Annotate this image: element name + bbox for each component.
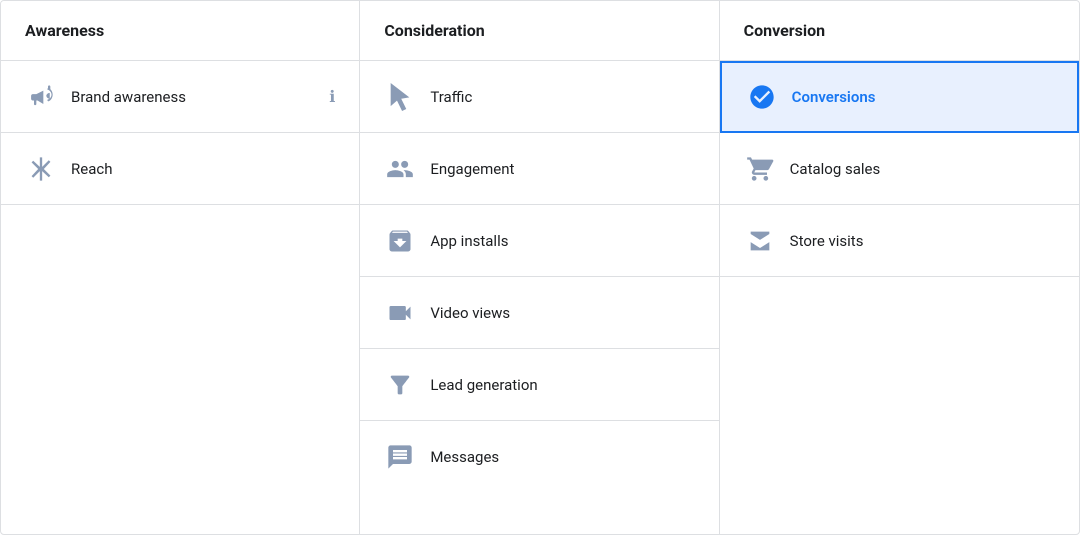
- conversions-label: Conversions: [792, 88, 876, 106]
- campaign-objective-grid: Awareness Brand awareness ℹ Reach Consid…: [0, 0, 1080, 535]
- catalog-sales-item[interactable]: Catalog sales: [720, 133, 1079, 205]
- traffic-label: Traffic: [430, 88, 472, 106]
- check-circle-icon: [746, 81, 778, 113]
- reach-label: Reach: [71, 160, 112, 178]
- consideration-header: Consideration: [360, 1, 718, 61]
- cursor-icon: [384, 81, 416, 113]
- app-installs-item[interactable]: App installs: [360, 205, 718, 277]
- conversion-spacer: [720, 277, 1079, 534]
- awareness-header: Awareness: [1, 1, 359, 61]
- cart-icon: [744, 153, 776, 185]
- people-icon: [384, 153, 416, 185]
- brand-awareness-item[interactable]: Brand awareness ℹ: [1, 61, 359, 133]
- messages-label: Messages: [430, 448, 499, 466]
- conversion-column: Conversion Conversions Catalog sales: [720, 1, 1079, 534]
- traffic-item[interactable]: Traffic: [360, 61, 718, 133]
- conversions-item[interactable]: Conversions: [720, 61, 1079, 133]
- megaphone-icon: [25, 81, 57, 113]
- lead-generation-item[interactable]: Lead generation: [360, 349, 718, 421]
- awareness-column: Awareness Brand awareness ℹ Reach: [1, 1, 360, 534]
- conversion-header: Conversion: [720, 1, 1079, 61]
- reach-item[interactable]: Reach: [1, 133, 359, 205]
- app-installs-label: App installs: [430, 232, 508, 250]
- awareness-spacer: [1, 205, 359, 534]
- box-icon: [384, 225, 416, 257]
- chat-icon: [384, 441, 416, 473]
- engagement-label: Engagement: [430, 160, 514, 178]
- store-visits-item[interactable]: Store visits: [720, 205, 1079, 277]
- store-visits-label: Store visits: [790, 232, 864, 250]
- video-views-item[interactable]: Video views: [360, 277, 718, 349]
- funnel-icon: [384, 369, 416, 401]
- consideration-column: Consideration Traffic Engagement: [360, 1, 719, 534]
- engagement-item[interactable]: Engagement: [360, 133, 718, 205]
- messages-item[interactable]: Messages: [360, 421, 718, 493]
- asterisk-icon: [25, 153, 57, 185]
- lead-generation-label: Lead generation: [430, 376, 537, 394]
- store-icon: [744, 225, 776, 257]
- catalog-sales-label: Catalog sales: [790, 160, 881, 178]
- info-icon[interactable]: ℹ: [329, 87, 335, 106]
- video-icon: [384, 297, 416, 329]
- video-views-label: Video views: [430, 304, 510, 322]
- brand-awareness-label: Brand awareness: [71, 88, 186, 106]
